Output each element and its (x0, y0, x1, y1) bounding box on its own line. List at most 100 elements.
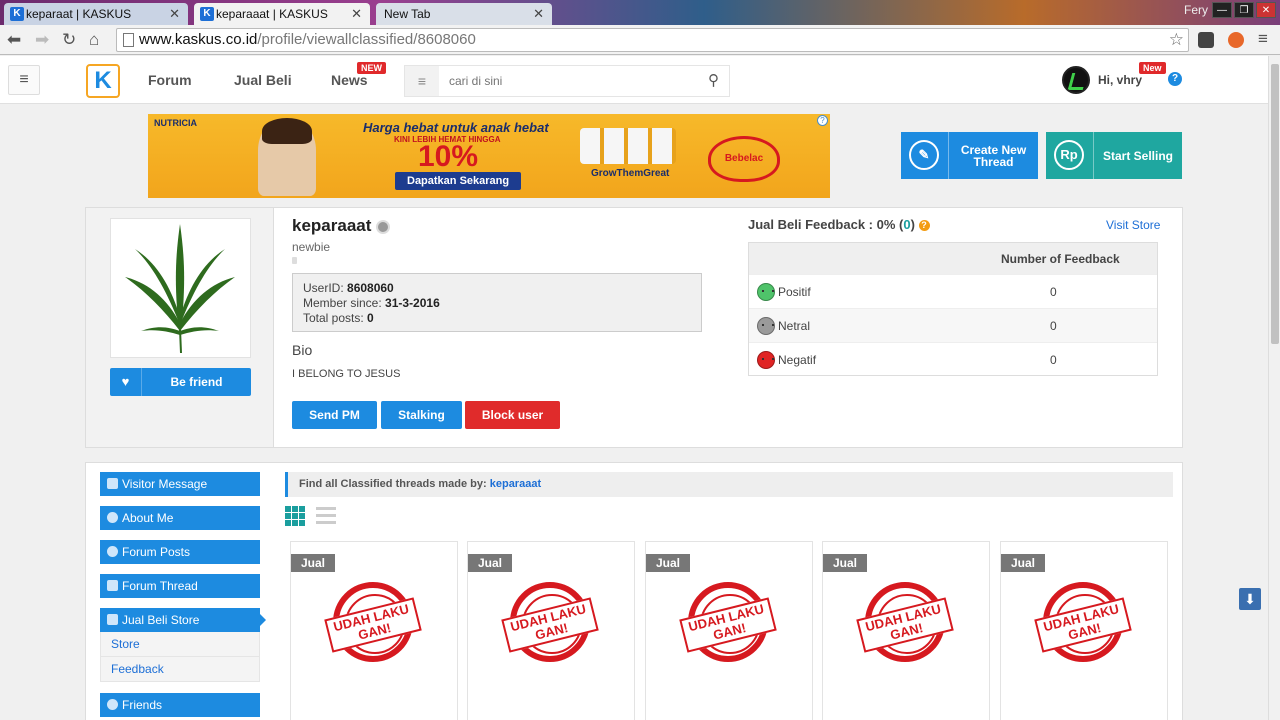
extension-fox-icon[interactable] (1228, 32, 1244, 48)
grid-view-icon[interactable] (285, 506, 305, 526)
back-icon[interactable]: ⬅ (7, 30, 21, 50)
menu-icon[interactable]: ≡ (8, 65, 40, 95)
sidebar-item-forum-posts[interactable]: Forum Posts (100, 540, 260, 564)
sidebar-subitem-feedback[interactable]: Feedback (100, 657, 260, 682)
nav-jual-beli[interactable]: Jual Beli (234, 72, 292, 88)
sidebar-item-label: Forum Posts (122, 545, 191, 559)
sidebar-item-forum-thread[interactable]: Forum Thread (100, 574, 260, 598)
question-icon[interactable]: ? (918, 220, 930, 231)
browser-tab-2[interactable]: K keparaaat | KASKUS ✕ (194, 3, 370, 25)
browser-tab-1[interactable]: K keparaat | KASKUS ✕ (4, 3, 188, 25)
sidebar-item-label: Visitor Message (122, 477, 208, 491)
avatar[interactable] (1062, 66, 1090, 94)
card-tag: Jual (823, 554, 868, 572)
page-icon (123, 33, 134, 47)
sidebar-item-about-me[interactable]: About Me (100, 506, 260, 530)
page-scrollbar[interactable] (1268, 56, 1280, 720)
stalking-button[interactable]: Stalking (381, 401, 462, 429)
search-icon[interactable]: ⚲ (708, 71, 719, 89)
ad-percent: 10% (418, 140, 479, 173)
feedback-value: 0 (1050, 319, 1057, 333)
list-view-icon[interactable] (316, 507, 336, 525)
cart-icon (107, 614, 118, 625)
minimize-icon[interactable]: — (1212, 2, 1232, 18)
find-label: Find all Classified threads made by: (299, 478, 487, 490)
feedback-count: 0 (903, 217, 911, 232)
create-thread-button[interactable]: ✎ Create New Thread (901, 132, 1038, 179)
address-bar[interactable]: www.kaskus.co.id/profile/viewallclassifi… (116, 28, 1189, 52)
block-user-button[interactable]: Block user (465, 401, 560, 429)
chat-bubble-icon (107, 546, 118, 557)
feedback-label: Positif (778, 285, 811, 299)
profile-info-box: UserID: 8608060 Member since: 31-3-2016 … (292, 273, 702, 332)
ad-logo: Bebelac (708, 136, 780, 182)
ad-cta-button[interactable]: Dapatkan Sekarang (395, 172, 522, 190)
feedback-row-negatif: Negatif 0 (749, 342, 1157, 376)
find-user-link[interactable]: keparaaat (490, 478, 541, 490)
member-since-line: Member since: 31-3-2016 (303, 296, 691, 311)
classified-card[interactable]: Jual UDAH LAKU GAN! (822, 541, 990, 720)
classified-card[interactable]: Jual UDAH LAKU GAN! (645, 541, 813, 720)
user-greeting[interactable]: Hi, vhry (1098, 73, 1142, 87)
userid-value: 8608060 (347, 281, 394, 295)
classified-card[interactable]: Jual UDAH LAKU GAN! (290, 541, 458, 720)
browser-user-chip[interactable]: Fery (1184, 3, 1208, 17)
search-input[interactable] (449, 72, 689, 90)
ad-info-icon[interactable]: ? (817, 115, 828, 126)
close-tab-icon[interactable]: ✕ (533, 3, 544, 25)
start-selling-button[interactable]: Rp Start Selling (1046, 132, 1182, 179)
be-friend-button[interactable]: ♥ Be friend (110, 368, 251, 396)
message-icon (107, 478, 118, 489)
advertisement-banner[interactable]: NUTRICIA Harga hebat untuk anak hebat KI… (148, 114, 830, 198)
sidebar-item-jual-beli-store[interactable]: Jual Beli Store (100, 608, 266, 632)
userid-label: UserID: (303, 281, 344, 295)
chrome-menu-icon[interactable]: ≡ (1258, 29, 1268, 49)
close-window-icon[interactable]: ✕ (1256, 2, 1276, 18)
nav-forum[interactable]: Forum (148, 72, 192, 88)
search-box: ≡ ⚲ (404, 65, 730, 97)
feedback-title-suffix: ) (910, 217, 915, 232)
profile-left-column: ♥ Be friend (86, 208, 274, 447)
extension-icon[interactable] (1198, 32, 1214, 48)
total-posts-line: Total posts: 0 (303, 311, 691, 326)
browser-tab-title: New Tab (384, 7, 431, 21)
classified-card[interactable]: Jual UDAH LAKU GAN! (467, 541, 635, 720)
ad-tagline: GrowThemGreat (591, 168, 670, 179)
card-tag: Jual (291, 554, 336, 572)
bulb-icon (107, 512, 118, 523)
profile-content-section: Visitor Message About Me Forum Posts For… (85, 462, 1183, 720)
feedback-row-positif: Positif 0 (749, 274, 1157, 308)
browser-tab-3[interactable]: New Tab ✕ (376, 3, 552, 25)
forward-icon[interactable]: ➡ (35, 30, 49, 50)
nav-news[interactable]: News (331, 72, 368, 88)
feedback-title: Jual Beli Feedback : 0% (0) ? (748, 217, 930, 232)
smile-face-icon (757, 283, 775, 301)
bio-label: Bio (292, 342, 313, 358)
sidebar-item-visitor-message[interactable]: Visitor Message (100, 472, 260, 496)
help-icon[interactable]: ? (1168, 72, 1182, 86)
ad-child-image (258, 118, 316, 196)
sidebar-subitem-store[interactable]: Store (100, 632, 260, 657)
kaskus-logo[interactable]: K (86, 64, 120, 98)
feedback-row-netral: Netral 0 (749, 308, 1157, 342)
scroll-down-arrow-icon[interactable]: ⬇ (1239, 588, 1261, 610)
scrollbar-thumb[interactable] (1271, 64, 1279, 344)
sidebar-item-friends[interactable]: Friends (100, 693, 260, 717)
home-icon[interactable]: ⌂ (89, 30, 99, 50)
window-controls: — ❐ ✕ (1212, 2, 1276, 18)
search-category-icon[interactable]: ≡ (405, 66, 439, 96)
feedback-title-prefix: Jual Beli Feedback : 0% ( (748, 217, 904, 232)
close-tab-icon[interactable]: ✕ (351, 3, 362, 25)
start-selling-label: Start Selling (1102, 148, 1173, 163)
reload-icon[interactable]: ↻ (62, 30, 76, 50)
bookmark-star-icon[interactable]: ☆ (1169, 29, 1184, 51)
profile-rank: newbie (292, 240, 331, 254)
restore-icon[interactable]: ❐ (1234, 2, 1254, 18)
visit-store-link[interactable]: Visit Store (1106, 218, 1160, 232)
close-tab-icon[interactable]: ✕ (169, 3, 180, 25)
send-pm-button[interactable]: Send PM (292, 401, 377, 429)
classified-card[interactable]: Jual UDAH LAKU GAN! (1000, 541, 1168, 720)
rank-indicator (292, 257, 297, 264)
profile-photo (110, 218, 251, 358)
ad-product-image (580, 128, 676, 164)
